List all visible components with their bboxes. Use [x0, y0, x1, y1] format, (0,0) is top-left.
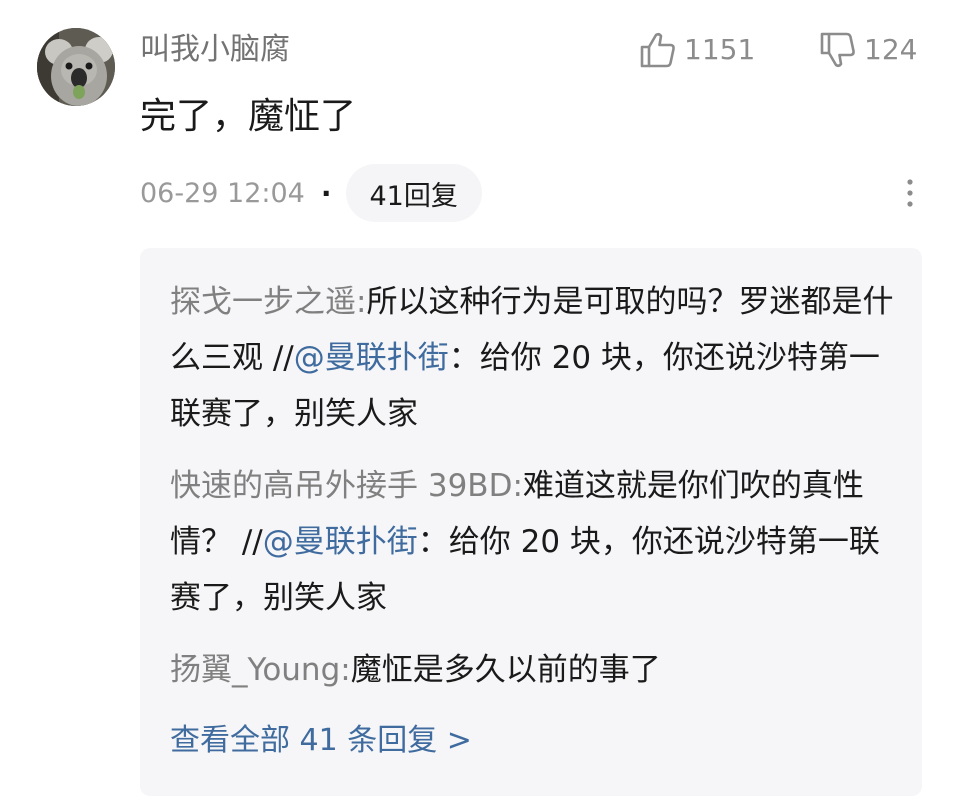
more-options-button[interactable] — [896, 176, 924, 212]
like-button[interactable]: 1151 — [638, 28, 755, 72]
avatar[interactable] — [37, 28, 115, 106]
dislike-button[interactable]: 124 — [818, 28, 917, 72]
reply-item: 扬翼_Young:魔怔是多久以前的事了 — [170, 642, 900, 698]
reply-author[interactable]: 扬翼_Young — [170, 652, 340, 688]
reply-mention[interactable]: @曼联扑街 — [294, 340, 449, 376]
reply-item: 探戈一步之遥:所以这种行为是可取的吗？罗迷都是什么三观 //@曼联扑街：给你 2… — [170, 274, 900, 442]
comment-card: 叫我小脑腐 1151 124 完了，魔怔了 06-29 12:04 · 41回复 — [0, 0, 960, 809]
more-vertical-icon — [907, 179, 913, 207]
like-count: 1151 — [684, 33, 756, 66]
view-all-replies-link[interactable]: 查看全部 41 条回复 > — [170, 718, 472, 764]
separator-dot: · — [320, 176, 332, 210]
replies-preview: 探戈一步之遥:所以这种行为是可取的吗？罗迷都是什么三观 //@曼联扑街：给你 2… — [140, 248, 922, 796]
reply-count-button[interactable]: 41回复 — [345, 164, 482, 222]
reply-colon: : — [512, 468, 523, 504]
reply-item: 快速的高吊外接手 39BD:难道这就是你们吹的真性情？ //@曼联扑街：给你 2… — [170, 458, 900, 626]
dislike-count: 124 — [864, 33, 918, 66]
thumbs-down-icon — [820, 32, 855, 68]
reply-colon: : — [340, 652, 351, 688]
reply-mention[interactable]: @曼联扑街 — [263, 524, 418, 560]
reply-text: 魔怔是多久以前的事了 — [350, 652, 661, 688]
timestamp: 06-29 12:04 — [140, 177, 305, 209]
reply-author[interactable]: 探戈一步之遥 — [170, 284, 356, 320]
koala-avatar-icon — [37, 28, 115, 106]
username[interactable]: 叫我小脑腐 — [140, 30, 290, 70]
comment-meta: 06-29 12:04 · 41回复 — [140, 164, 482, 222]
thumbs-up-icon — [640, 32, 675, 68]
reply-colon: : — [356, 284, 367, 320]
reply-author[interactable]: 快速的高吊外接手 39BD — [170, 468, 512, 504]
comment-text: 完了，魔怔了 — [140, 96, 357, 137]
